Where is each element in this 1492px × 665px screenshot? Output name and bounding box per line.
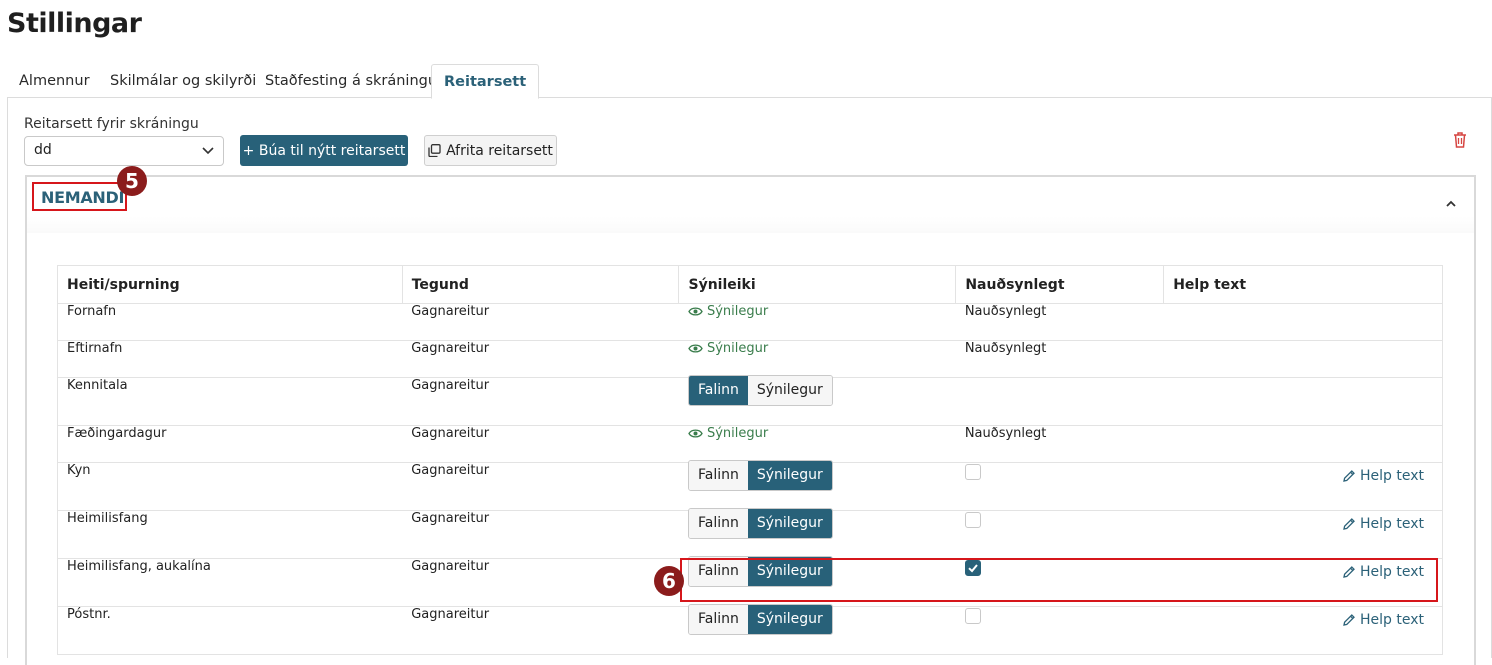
eye-icon [688, 307, 703, 316]
help-text-label: Help text [1360, 612, 1424, 628]
annotation-marker-6: 6 [654, 566, 684, 596]
visibility-status: Sýnilegur [688, 341, 768, 356]
toggle-visible-button[interactable]: Sýnilegur [747, 509, 832, 538]
visibility-toggle: Falinn Sýnilegur [687, 375, 833, 406]
required-checkbox[interactable] [964, 560, 981, 576]
toggle-hidden-button[interactable]: Falinn [688, 557, 748, 586]
field-name: Fornafn [57, 303, 403, 341]
chevron-up-icon[interactable] [1444, 197, 1458, 211]
required-label: Nauðsynlegt [955, 425, 1164, 463]
annotation-marker-5: 5 [117, 166, 147, 196]
pencil-icon [1343, 614, 1355, 626]
fieldset-select-label: Reitarsett fyrir skráningu [24, 116, 199, 132]
field-type: Gagnareitur [402, 425, 679, 463]
table-row: Heimilisfang Gagnareitur Falinn Sýnilegu… [57, 508, 1443, 559]
field-name: Eftirnafn [57, 340, 403, 378]
tab-skilmalar[interactable]: Skilmálar og skilyrði [98, 64, 268, 98]
required-label: Nauðsynlegt [955, 303, 1164, 341]
eye-icon [688, 429, 703, 438]
tab-almennur[interactable]: Almennur [7, 64, 102, 98]
chevron-down-icon [202, 147, 214, 155]
create-fieldset-button[interactable]: + Búa til nýtt reitarsett [240, 135, 408, 166]
table-row: Eftirnafn Gagnareitur Sýnilegur Nauðsynl… [57, 340, 1443, 378]
toggle-hidden-button[interactable]: Falinn [688, 605, 748, 634]
edit-help-text-link[interactable]: Help text [1342, 516, 1424, 532]
required-checkbox[interactable] [964, 608, 981, 624]
field-type: Gagnareitur [402, 303, 679, 341]
field-type: Gagnareitur [402, 510, 679, 559]
table-row: Kyn Gagnareitur Falinn Sýnilegur Help te… [57, 460, 1443, 511]
table-row: Kennitala Gagnareitur Falinn Sýnilegur [57, 375, 1443, 426]
edit-help-text-link[interactable]: Help text [1342, 468, 1424, 484]
field-name: Kyn [57, 462, 403, 511]
field-type: Gagnareitur [402, 558, 679, 607]
pencil-icon [1343, 518, 1355, 530]
required-checkbox[interactable] [964, 464, 981, 480]
visibility-label: Sýnilegur [706, 304, 769, 319]
pencil-icon [1343, 566, 1355, 578]
table-row: Póstnr. Gagnareitur Falinn Sýnilegur Hel… [57, 604, 1443, 655]
visibility-status: Sýnilegur [688, 426, 768, 441]
toggle-hidden-button[interactable]: Falinn [688, 461, 748, 490]
col-header-visibility: Sýnileiki [678, 265, 957, 304]
toggle-hidden-button[interactable]: Falinn [688, 376, 748, 405]
visibility-toggle: Falinn Sýnilegur [687, 508, 833, 539]
toggle-visible-button[interactable]: Sýnilegur [747, 557, 832, 586]
table-header-row: Heiti/spurning Tegund Sýnileiki Nauðsynl… [57, 265, 1443, 304]
checkmark-icon [968, 564, 978, 573]
section-header[interactable] [27, 177, 1474, 233]
copy-fieldset-button[interactable]: Afrita reitarsett [424, 135, 557, 166]
create-fieldset-label: + Búa til nýtt reitarsett [242, 142, 406, 159]
toggle-visible-button[interactable]: Sýnilegur [747, 461, 832, 490]
edit-help-text-link[interactable]: Help text [1342, 612, 1424, 628]
field-type: Gagnareitur [402, 462, 679, 511]
col-header-help: Help text [1163, 265, 1443, 304]
visibility-label: Sýnilegur [706, 426, 769, 441]
toggle-visible-button[interactable]: Sýnilegur [747, 376, 832, 405]
pencil-icon [1343, 470, 1355, 482]
eye-icon [688, 344, 703, 353]
col-header-required: Nauðsynlegt [955, 265, 1165, 304]
field-name: Heimilisfang, aukalína [57, 558, 403, 607]
field-name: Póstnr. [57, 606, 403, 655]
edit-help-text-link[interactable]: Help text [1342, 564, 1424, 580]
field-type: Gagnareitur [402, 340, 679, 378]
table-row: Heimilisfang, aukalína Gagnareitur Falin… [57, 556, 1443, 607]
required-checkbox[interactable] [964, 512, 981, 528]
tab-reitarsett[interactable]: Reitarsett [431, 64, 540, 99]
fields-table: Heiti/spurning Tegund Sýnileiki Nauðsynl… [57, 265, 1443, 655]
table-row: Fornafn Gagnareitur Sýnilegur Nauðsynleg… [57, 303, 1443, 341]
table-row: Fæðingardagur Gagnareitur Sýnilegur Nauð… [57, 425, 1443, 463]
visibility-label: Sýnilegur [706, 341, 769, 356]
section-title: NEMANDI [32, 182, 127, 211]
help-text-label: Help text [1360, 564, 1424, 580]
copy-icon [428, 144, 441, 157]
help-text-label: Help text [1360, 468, 1424, 484]
required-label: Nauðsynlegt [955, 340, 1164, 378]
tab-bar: Almennur Skilmálar og skilyrði Staðfesti… [7, 64, 1492, 99]
fieldset-select[interactable]: dd [24, 136, 224, 166]
field-type: Gagnareitur [402, 377, 679, 426]
visibility-toggle: Falinn Sýnilegur [687, 460, 833, 491]
field-name: Heimilisfang [57, 510, 403, 559]
visibility-status: Sýnilegur [688, 304, 768, 319]
field-type: Gagnareitur [402, 606, 679, 655]
help-text-label: Help text [1360, 516, 1424, 532]
copy-fieldset-label: Afrita reitarsett [446, 142, 553, 159]
toggle-hidden-button[interactable]: Falinn [688, 509, 748, 538]
field-name: Kennitala [57, 377, 403, 426]
toggle-visible-button[interactable]: Sýnilegur [747, 605, 832, 634]
field-name: Fæðingardagur [57, 425, 403, 463]
col-header-type: Tegund [401, 265, 680, 304]
fieldset-select-value: dd [34, 142, 52, 158]
page-title: Stillingar [7, 8, 142, 39]
visibility-toggle: Falinn Sýnilegur [687, 604, 833, 635]
col-header-name: Heiti/spurning [57, 265, 403, 304]
panel-border-left [7, 98, 8, 658]
visibility-toggle: Falinn Sýnilegur [687, 556, 833, 587]
tab-stadfesting[interactable]: Staðfesting á skráningu [253, 64, 449, 98]
trash-icon[interactable] [1452, 131, 1468, 149]
